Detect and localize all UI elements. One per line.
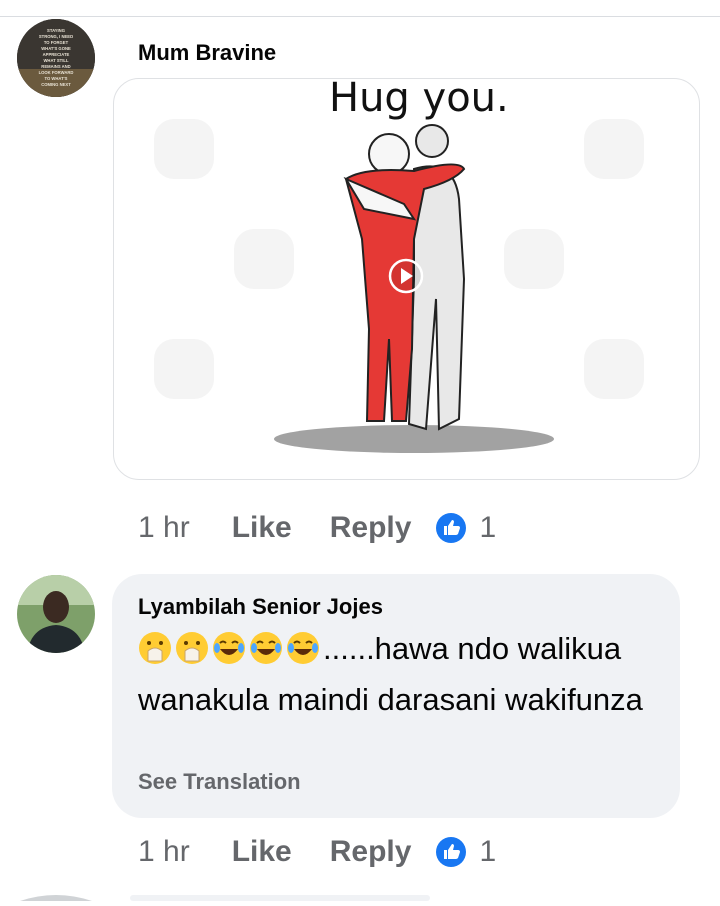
reaction-count: 1 <box>479 835 497 868</box>
hand-over-mouth-emoji <box>138 631 172 677</box>
reply-button[interactable]: Reply <box>330 511 412 545</box>
hand-over-mouth-emoji <box>175 631 209 677</box>
svg-text:COMING NEXT: COMING NEXT <box>41 82 71 87</box>
svg-text:STRONG, I NEED: STRONG, I NEED <box>39 34 73 39</box>
svg-text:APPRECIATE: APPRECIATE <box>43 52 70 57</box>
svg-text:TO WHAT'S: TO WHAT'S <box>45 76 68 81</box>
avatar[interactable] <box>17 575 95 653</box>
svg-text:STAYING: STAYING <box>47 28 65 33</box>
svg-text:LOOK FORWARD: LOOK FORWARD <box>39 70 74 75</box>
svg-text:REMAINS AND: REMAINS AND <box>41 64 70 69</box>
like-button[interactable]: Like <box>232 511 292 545</box>
reaction-summary[interactable]: 1 <box>435 835 496 869</box>
hug-illustration: Hug you. <box>154 79 644 453</box>
svg-text:WHAT'S GONE: WHAT'S GONE <box>41 46 71 51</box>
comment-author[interactable]: Mum Bravine <box>138 40 276 66</box>
comment-time[interactable]: 1 hr <box>138 835 190 869</box>
comment-time[interactable]: 1 hr <box>138 511 190 545</box>
svg-text:TO FORGET: TO FORGET <box>44 40 69 45</box>
comment-text: ......hawa ndo walikua wanakula maindi d… <box>138 626 668 722</box>
reaction-summary[interactable]: 1 <box>435 511 496 545</box>
see-translation-link[interactable]: See Translation <box>138 769 301 795</box>
hug-sticker[interactable]: Hug you. <box>113 78 700 480</box>
avatar-image <box>17 575 95 653</box>
comment-author[interactable]: Lyambilah Senior Jojes <box>138 594 383 620</box>
avatar[interactable]: STAYING STRONG, I NEED TO FORGET WHAT'S … <box>17 19 95 97</box>
tears-of-joy-emoji <box>212 631 246 677</box>
sticker-caption: Hug you. <box>329 79 509 121</box>
like-button[interactable]: Like <box>232 835 292 869</box>
tears-of-joy-emoji <box>249 631 283 677</box>
comment-actions: 1 hr Like Reply 1 <box>138 832 496 872</box>
tears-of-joy-emoji <box>286 631 320 677</box>
reply-button[interactable]: Reply <box>330 835 412 869</box>
reaction-count: 1 <box>479 511 497 544</box>
comment-bubble: Lyambilah Senior Jojes ......hawa ndo wa… <box>112 574 680 818</box>
like-reaction-icon <box>436 837 467 867</box>
avatar-image: STAYING STRONG, I NEED TO FORGET WHAT'S … <box>17 19 95 97</box>
divider <box>0 16 720 17</box>
svg-text:WHAT STILL: WHAT STILL <box>43 58 68 63</box>
like-reaction-icon <box>436 513 467 543</box>
comment-actions: 1 hr Like Reply 1 <box>138 508 496 548</box>
next-comment-edge <box>0 888 720 901</box>
